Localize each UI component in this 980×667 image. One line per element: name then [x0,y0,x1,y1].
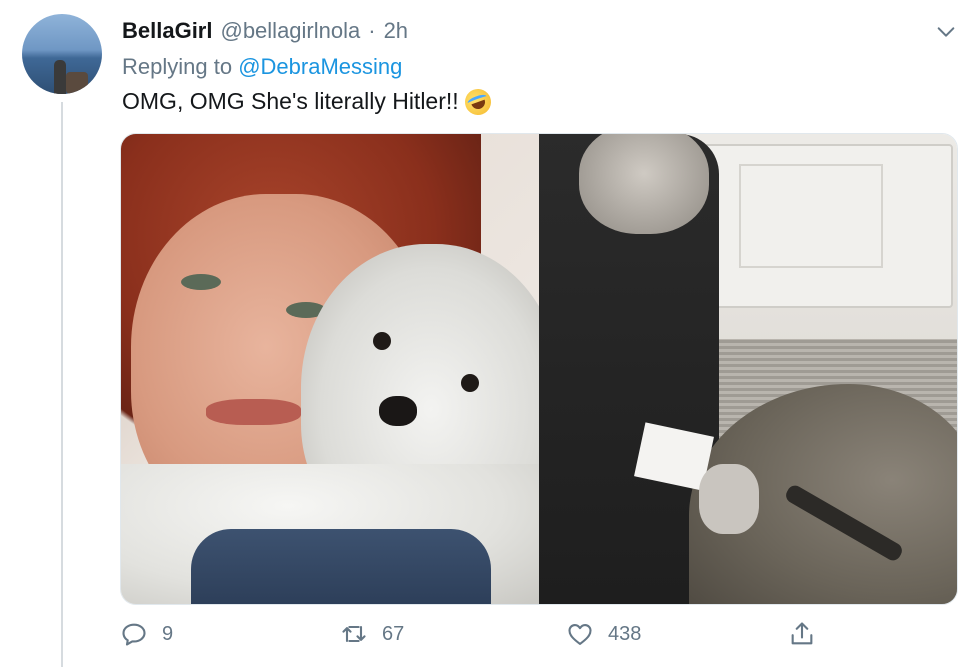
man-head-shape [579,134,709,234]
media-image-right[interactable] [539,134,957,604]
dog-eye-shape [373,332,391,350]
replying-prefix: Replying to [122,54,233,79]
retweet-icon [342,625,366,643]
separator-dot: · [368,18,376,43]
avatar[interactable] [22,14,102,94]
eye-shape [181,274,221,290]
cabinet-panel-shape [739,164,883,268]
tweet-text: OMG, OMG She's literally Hitler!! [122,84,495,119]
like-count: 438 [608,622,642,645]
share-button[interactable] [788,620,816,648]
media-image-left[interactable] [121,134,539,604]
rolling-on-floor-laughing-emoji-icon [461,84,495,119]
dog-nose-shape [379,396,417,426]
avatar-object [66,72,88,94]
display-name[interactable]: BellaGirl [122,18,212,44]
replying-to-line: Replying to @DebraMessing [122,54,402,80]
dog-eye-shape [461,374,479,392]
replying-to-mention[interactable]: @DebraMessing [238,54,402,79]
reply-count: 9 [162,622,174,645]
lips-shape [206,399,301,425]
timestamp[interactable]: 2h [384,18,408,44]
thread-line [61,102,63,667]
retweet-count: 67 [382,622,405,645]
tweet-header: BellaGirl @bellagirlnola · 2h [122,18,408,44]
tweet-media[interactable] [120,133,958,605]
avatar-figure [54,60,66,94]
share-icon [791,622,813,645]
reply-button[interactable]: 9 [120,620,173,648]
retweet-button[interactable]: 67 [340,620,404,648]
user-handle[interactable]: @bellagirlnola [220,18,360,44]
like-button[interactable]: 438 [566,620,641,648]
chevron-down-icon [937,27,955,37]
tweet-actions: 9 67 438 [120,620,840,654]
heart-icon [568,623,592,645]
hand-shape [699,464,759,534]
more-options-button[interactable] [932,18,960,46]
tweet-body: OMG, OMG She's literally Hitler!! [122,88,459,114]
jacket-shape [191,529,491,604]
reply-icon [122,623,146,646]
